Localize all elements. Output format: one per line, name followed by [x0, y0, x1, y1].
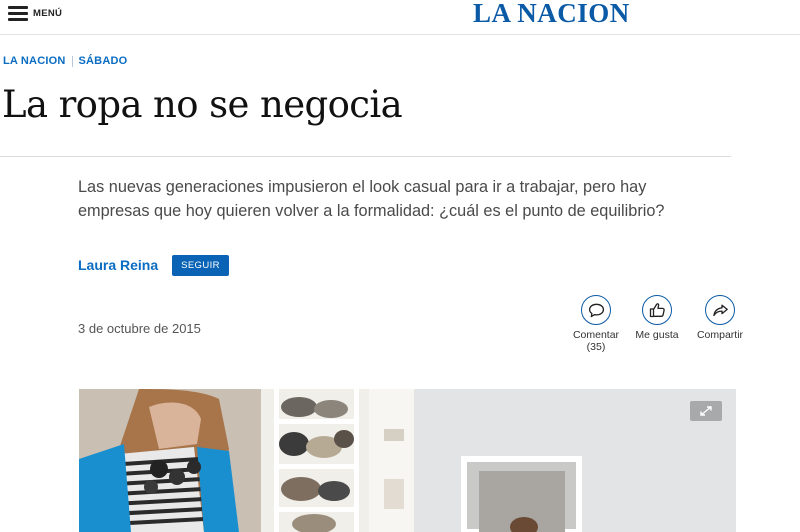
hamburger-icon	[8, 6, 28, 21]
breadcrumb-subsection[interactable]: SÁBADO	[79, 55, 128, 67]
top-bar: MENÚ LA NACION	[0, 0, 800, 35]
thumbs-up-icon	[642, 295, 672, 325]
publish-date: 3 de octubre de 2015	[78, 321, 201, 336]
article-title: La ropa no se negocia	[2, 83, 403, 126]
article-lead: Las nuevas generaciones impusieron el lo…	[78, 178, 665, 220]
breadcrumb-divider	[71, 55, 73, 67]
menu-button[interactable]: MENÚ	[8, 3, 62, 23]
expand-image-button[interactable]	[690, 401, 722, 421]
author-link[interactable]: Laura Reina	[78, 257, 158, 273]
breadcrumb: LA NACION SÁBADO	[3, 55, 127, 67]
share-button[interactable]: Compartir	[680, 295, 760, 341]
hero-photo	[79, 389, 736, 532]
breadcrumb-section[interactable]: LA NACION	[3, 55, 66, 67]
title-divider	[0, 156, 731, 157]
site-logo[interactable]: LA NACION	[473, 0, 630, 29]
hero-image[interactable]	[79, 389, 736, 532]
expand-icon	[700, 406, 712, 416]
comment-count: (35)	[586, 341, 606, 353]
menu-label: MENÚ	[33, 7, 63, 19]
share-label: Compartir	[696, 329, 744, 341]
comment-icon	[581, 295, 611, 325]
share-icon	[705, 295, 735, 325]
follow-button[interactable]: SEGUIR	[172, 255, 229, 276]
